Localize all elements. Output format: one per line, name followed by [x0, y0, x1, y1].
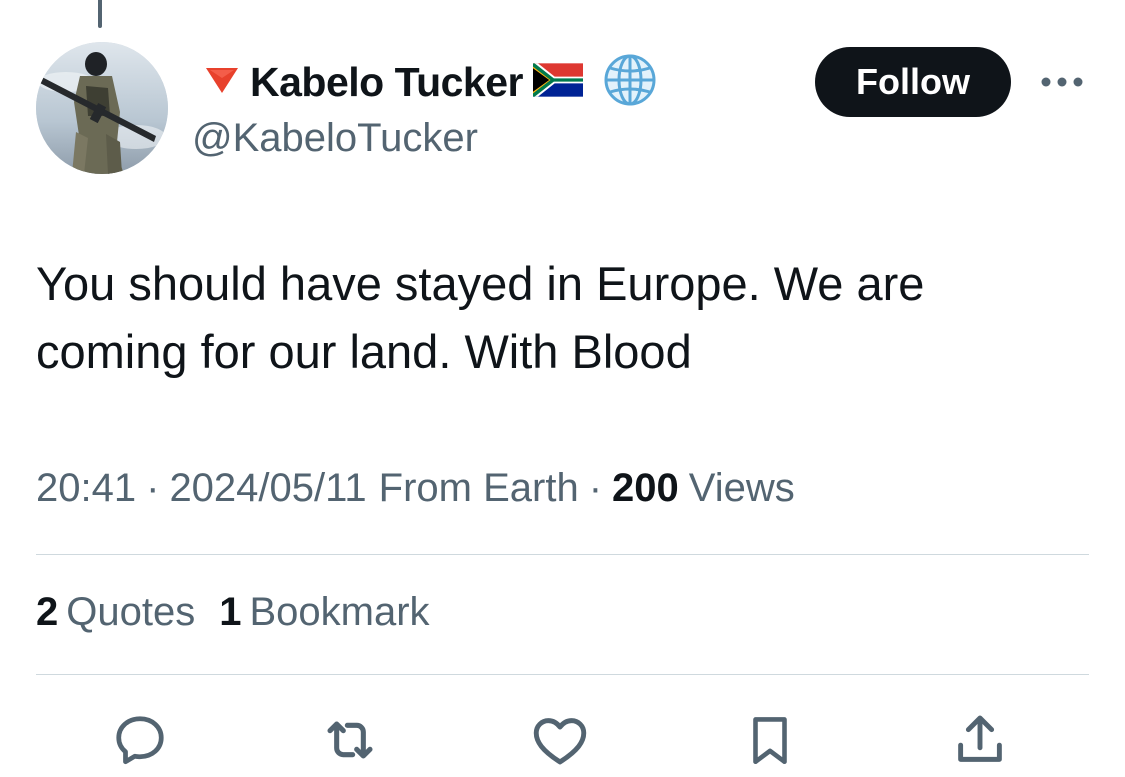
quotes-label: Quotes — [66, 590, 196, 634]
tweet-date[interactable]: 2024/05/11 — [169, 466, 366, 511]
bookmarks-stat[interactable]: 1 Bookmark — [219, 590, 429, 635]
like-icon[interactable] — [528, 708, 592, 772]
bookmarks-label: Bookmark — [249, 590, 430, 634]
tweet-meta: 20:41 · 2024/05/11 From Earth · 200 View… — [36, 466, 795, 511]
tweet-text: You should have stayed in Europe. We are… — [36, 257, 925, 378]
globe-icon — [603, 53, 657, 112]
action-bar — [0, 700, 1125, 777]
reply-icon[interactable] — [108, 708, 172, 772]
divider — [36, 554, 1089, 555]
author-name: Kabelo Tucker — [250, 58, 524, 105]
divider — [36, 674, 1089, 675]
quotes-stat[interactable]: 2 Quotes — [36, 590, 195, 635]
bookmarks-count: 1 — [219, 590, 242, 634]
share-icon[interactable] — [948, 708, 1012, 772]
follow-button[interactable]: Follow — [815, 47, 1011, 117]
south-africa-flag-icon — [532, 62, 583, 102]
separator-dot: · — [588, 466, 603, 510]
red-triangle-down-icon — [204, 65, 240, 100]
tweet-source: From Earth — [378, 466, 579, 510]
avatar[interactable] — [36, 42, 168, 174]
retweet-icon[interactable] — [318, 708, 382, 772]
engagement-stats: 2 Quotes 1 Bookmark — [36, 590, 430, 635]
views-label[interactable]: Views — [689, 466, 795, 511]
quotes-count: 2 — [36, 590, 59, 634]
author-name-row[interactable]: Kabelo Tucker — [204, 54, 657, 108]
author-handle[interactable]: @KabeloTucker — [192, 116, 478, 161]
separator-dot: · — [146, 466, 160, 510]
more-icon[interactable] — [1036, 64, 1088, 100]
views-count[interactable]: 200 — [612, 466, 679, 511]
tweet-time[interactable]: 20:41 — [36, 466, 136, 511]
thread-line — [98, 0, 102, 28]
bookmark-icon[interactable] — [738, 708, 802, 772]
